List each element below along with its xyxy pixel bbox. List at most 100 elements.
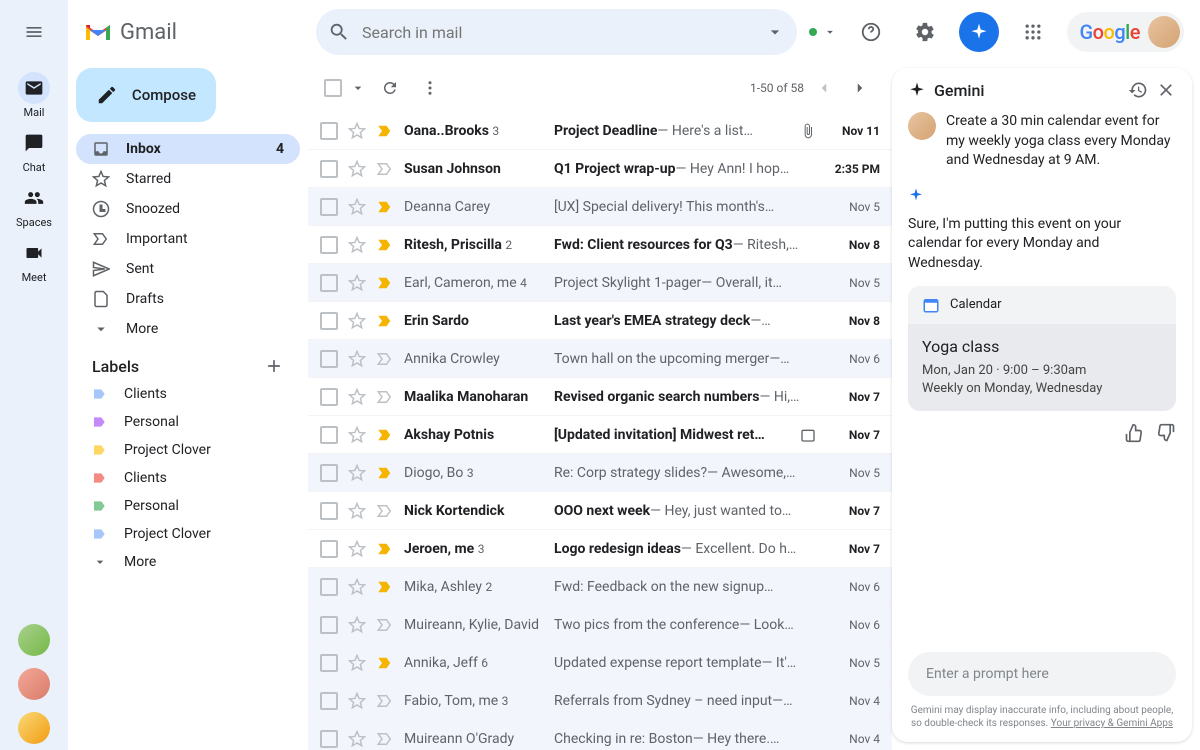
star-button[interactable] — [348, 388, 366, 406]
star-button[interactable] — [348, 122, 366, 140]
apps-button[interactable] — [1013, 12, 1053, 52]
star-button[interactable] — [348, 502, 366, 520]
star-button[interactable] — [348, 616, 366, 634]
email-row[interactable]: Susan Johnson Q1 Project wrap-up — Hey A… — [308, 150, 892, 188]
row-checkbox[interactable] — [320, 578, 338, 596]
row-checkbox[interactable] — [320, 464, 338, 482]
important-marker-icon[interactable] — [376, 274, 394, 292]
important-marker-icon[interactable] — [376, 464, 394, 482]
main-menu-button[interactable] — [10, 8, 58, 56]
email-row[interactable]: Muireann O'Grady Checking in re: Boston … — [308, 720, 892, 750]
search-options-icon[interactable] — [765, 22, 785, 42]
important-marker-icon[interactable] — [376, 540, 394, 558]
rail-item-meet[interactable]: Meet — [16, 237, 52, 284]
important-marker-icon[interactable] — [376, 350, 394, 368]
email-row[interactable]: Ritesh, Priscilla 2 Fwd: Client resource… — [308, 226, 892, 264]
important-marker-icon[interactable] — [376, 236, 394, 254]
email-row[interactable]: Erin Sardo Last year's EMEA strategy dec… — [308, 302, 892, 340]
account-switcher[interactable]: Google — [1067, 12, 1184, 52]
label-item[interactable]: Clients — [76, 464, 300, 492]
history-icon[interactable] — [1128, 80, 1148, 100]
star-button[interactable] — [348, 160, 366, 178]
email-row[interactable]: Deanna Carey [UX] Special delivery! This… — [308, 188, 892, 226]
thumbs-down-button[interactable] — [1156, 423, 1176, 443]
search-bar[interactable] — [316, 9, 797, 55]
star-button[interactable] — [348, 312, 366, 330]
star-button[interactable] — [348, 464, 366, 482]
prev-page-button[interactable] — [808, 72, 840, 104]
chat-avatar-2[interactable] — [18, 668, 50, 700]
row-checkbox[interactable] — [320, 160, 338, 178]
compose-button[interactable]: Compose — [76, 68, 216, 122]
star-button[interactable] — [348, 578, 366, 596]
row-checkbox[interactable] — [320, 730, 338, 748]
label-item[interactable]: Personal — [76, 408, 300, 436]
email-row[interactable]: Earl, Cameron, me 4 Project Skylight 1-p… — [308, 264, 892, 302]
important-marker-icon[interactable] — [376, 692, 394, 710]
close-icon[interactable] — [1156, 80, 1176, 100]
email-row[interactable]: Mika, Ashley 2 Fwd: Feedback on the new … — [308, 568, 892, 606]
important-marker-icon[interactable] — [376, 122, 394, 140]
email-row[interactable]: Oana..Brooks 3 Project Deadline — Here's… — [308, 112, 892, 150]
important-marker-icon[interactable] — [376, 198, 394, 216]
row-checkbox[interactable] — [320, 122, 338, 140]
chat-avatar-3[interactable] — [18, 712, 50, 744]
email-row[interactable]: Jeroen, me 3 Logo redesign ideas — Excel… — [308, 530, 892, 568]
select-dropdown-icon[interactable] — [350, 80, 366, 96]
email-row[interactable]: Diogo, Bo 3 Re: Corp strategy slides? — … — [308, 454, 892, 492]
important-marker-icon[interactable] — [376, 312, 394, 330]
sidebar-item-important[interactable]: Important — [76, 224, 300, 254]
label-item[interactable]: Personal — [76, 492, 300, 520]
calendar-card[interactable]: Calendar Yoga class Mon, Jan 20 · 9:00 –… — [908, 286, 1176, 411]
label-item[interactable]: Project Clover — [76, 436, 300, 464]
important-marker-icon[interactable] — [376, 730, 394, 748]
next-page-button[interactable] — [844, 72, 876, 104]
gemini-prompt-input[interactable]: Enter a prompt here — [908, 652, 1176, 696]
sidebar-item-drafts[interactable]: Drafts — [76, 284, 300, 314]
row-checkbox[interactable] — [320, 198, 338, 216]
settings-button[interactable] — [905, 12, 945, 52]
star-button[interactable] — [348, 236, 366, 254]
star-button[interactable] — [348, 730, 366, 748]
search-input[interactable] — [362, 23, 753, 42]
row-checkbox[interactable] — [320, 616, 338, 634]
row-checkbox[interactable] — [320, 540, 338, 558]
row-checkbox[interactable] — [320, 236, 338, 254]
email-row[interactable]: Muireann, Kylie, David Two pics from the… — [308, 606, 892, 644]
thumbs-up-button[interactable] — [1124, 423, 1144, 443]
chat-avatar-1[interactable] — [18, 624, 50, 656]
star-button[interactable] — [348, 274, 366, 292]
star-button[interactable] — [348, 654, 366, 672]
sidebar-item-starred[interactable]: Starred — [76, 164, 300, 194]
star-button[interactable] — [348, 350, 366, 368]
email-row[interactable]: Annika, Jeff 6 Updated expense report te… — [308, 644, 892, 682]
row-checkbox[interactable] — [320, 426, 338, 444]
important-marker-icon[interactable] — [376, 578, 394, 596]
row-checkbox[interactable] — [320, 654, 338, 672]
select-all-checkbox[interactable] — [324, 79, 342, 97]
row-checkbox[interactable] — [320, 350, 338, 368]
add-label-button[interactable] — [264, 356, 284, 376]
email-row[interactable]: Annika Crowley Town hall on the upcoming… — [308, 340, 892, 378]
more-actions-button[interactable] — [414, 72, 446, 104]
labels-more[interactable]: More — [76, 548, 300, 576]
help-button[interactable] — [851, 12, 891, 52]
email-row[interactable]: Nick Kortendick OOO next week — Hey, jus… — [308, 492, 892, 530]
label-item[interactable]: Clients — [76, 380, 300, 408]
refresh-button[interactable] — [374, 72, 406, 104]
row-checkbox[interactable] — [320, 274, 338, 292]
gemini-privacy-link[interactable]: Your privacy & Gemini Apps — [1051, 718, 1173, 729]
gemini-button[interactable] — [959, 12, 999, 52]
sidebar-item-inbox[interactable]: Inbox4 — [76, 134, 300, 164]
email-row[interactable]: Akshay Potnis [Updated invitation] Midwe… — [308, 416, 892, 454]
important-marker-icon[interactable] — [376, 388, 394, 406]
star-button[interactable] — [348, 426, 366, 444]
row-checkbox[interactable] — [320, 388, 338, 406]
gmail-logo[interactable]: Gmail — [84, 20, 304, 45]
star-button[interactable] — [348, 198, 366, 216]
important-marker-icon[interactable] — [376, 502, 394, 520]
star-button[interactable] — [348, 540, 366, 558]
email-row[interactable]: Fabio, Tom, me 3 Referrals from Sydney –… — [308, 682, 892, 720]
star-button[interactable] — [348, 692, 366, 710]
sidebar-item-sent[interactable]: Sent — [76, 254, 300, 284]
